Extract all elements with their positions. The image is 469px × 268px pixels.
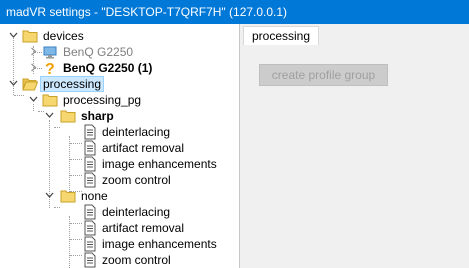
tree-label-device: BenQ G2250 [63,45,134,59]
question-mark-icon: ? [42,60,58,78]
tree-label-zoom-control: zoom control [102,173,171,187]
tree-item-none[interactable]: none [0,188,200,204]
tree-item-processing[interactable]: processing [0,76,200,92]
tree-label-deinterlacing: deinterlacing [102,205,171,219]
document-icon [82,204,98,220]
settings-panel: create profile group [241,45,469,268]
tree-label-image-enhancements: image enhancements [102,237,217,251]
folder-icon [42,92,58,108]
tab-processing[interactable]: processing [243,26,320,47]
chevron-down-icon[interactable] [29,95,38,104]
chevron-right-icon[interactable] [29,63,38,72]
chevron-down-icon[interactable] [9,31,18,40]
chevron-down-icon[interactable] [45,191,54,200]
document-icon [82,252,98,268]
window-title: madVR settings - "DESKTOP-T7QRF7H" (127.… [0,0,469,24]
folder-icon [60,188,76,204]
tree-label-device-1: BenQ G2250 (1) [63,61,153,75]
tree-item-sharp-zoom-control[interactable]: zoom control [0,172,230,188]
document-icon [82,220,98,236]
tab-strip: processing [241,24,469,47]
tree-label-zoom-control: zoom control [102,253,171,267]
tree-item-devices[interactable]: devices [0,28,200,44]
tree-label-processing-pg: processing_pg [63,93,142,107]
tree-label-artifact-removal: artifact removal [102,141,185,155]
chevron-right-icon[interactable] [29,47,38,56]
document-icon [82,140,98,156]
document-icon [82,124,98,140]
tree-item-sharp[interactable]: sharp [0,108,200,124]
tree-label-deinterlacing: deinterlacing [102,125,171,139]
svg-text:?: ? [45,61,55,76]
chevron-down-icon[interactable] [9,79,18,88]
create-profile-group-button[interactable]: create profile group [259,64,388,86]
document-icon [82,156,98,172]
tree-item-sharp-image-enhancements[interactable]: image enhancements [0,156,230,172]
monitor-icon [42,44,58,60]
tree-item-device-1[interactable]: ? BenQ G2250 (1) [0,60,200,78]
tree-item-none-image-enhancements[interactable]: image enhancements [0,236,230,252]
tree-item-device[interactable]: BenQ G2250 [0,44,200,60]
tree-label-artifact-removal: artifact removal [102,221,185,235]
tree-item-sharp-deinterlacing[interactable]: deinterlacing [0,124,230,140]
tree-label-devices: devices [43,29,84,43]
tree-item-none-deinterlacing[interactable]: deinterlacing [0,204,230,220]
folder-icon [22,28,38,44]
tree-label-none: none [81,189,108,203]
tree-label-image-enhancements: image enhancements [102,157,217,171]
chevron-down-icon[interactable] [45,111,54,120]
document-icon [82,236,98,252]
document-icon [82,172,98,188]
settings-tree[interactable]: devices BenQ G2250 ? BenQ G2250 (1) proc… [0,24,240,268]
folder-icon [60,108,76,124]
tree-label-sharp: sharp [81,109,114,123]
tree-item-processing-pg[interactable]: processing_pg [0,92,200,108]
tree-label-processing: processing [40,76,105,92]
tree-item-sharp-artifact-removal[interactable]: artifact removal [0,140,230,156]
tree-item-none-zoom-control[interactable]: zoom control [0,252,230,268]
folder-open-icon [22,76,39,92]
tree-item-none-artifact-removal[interactable]: artifact removal [0,220,230,236]
